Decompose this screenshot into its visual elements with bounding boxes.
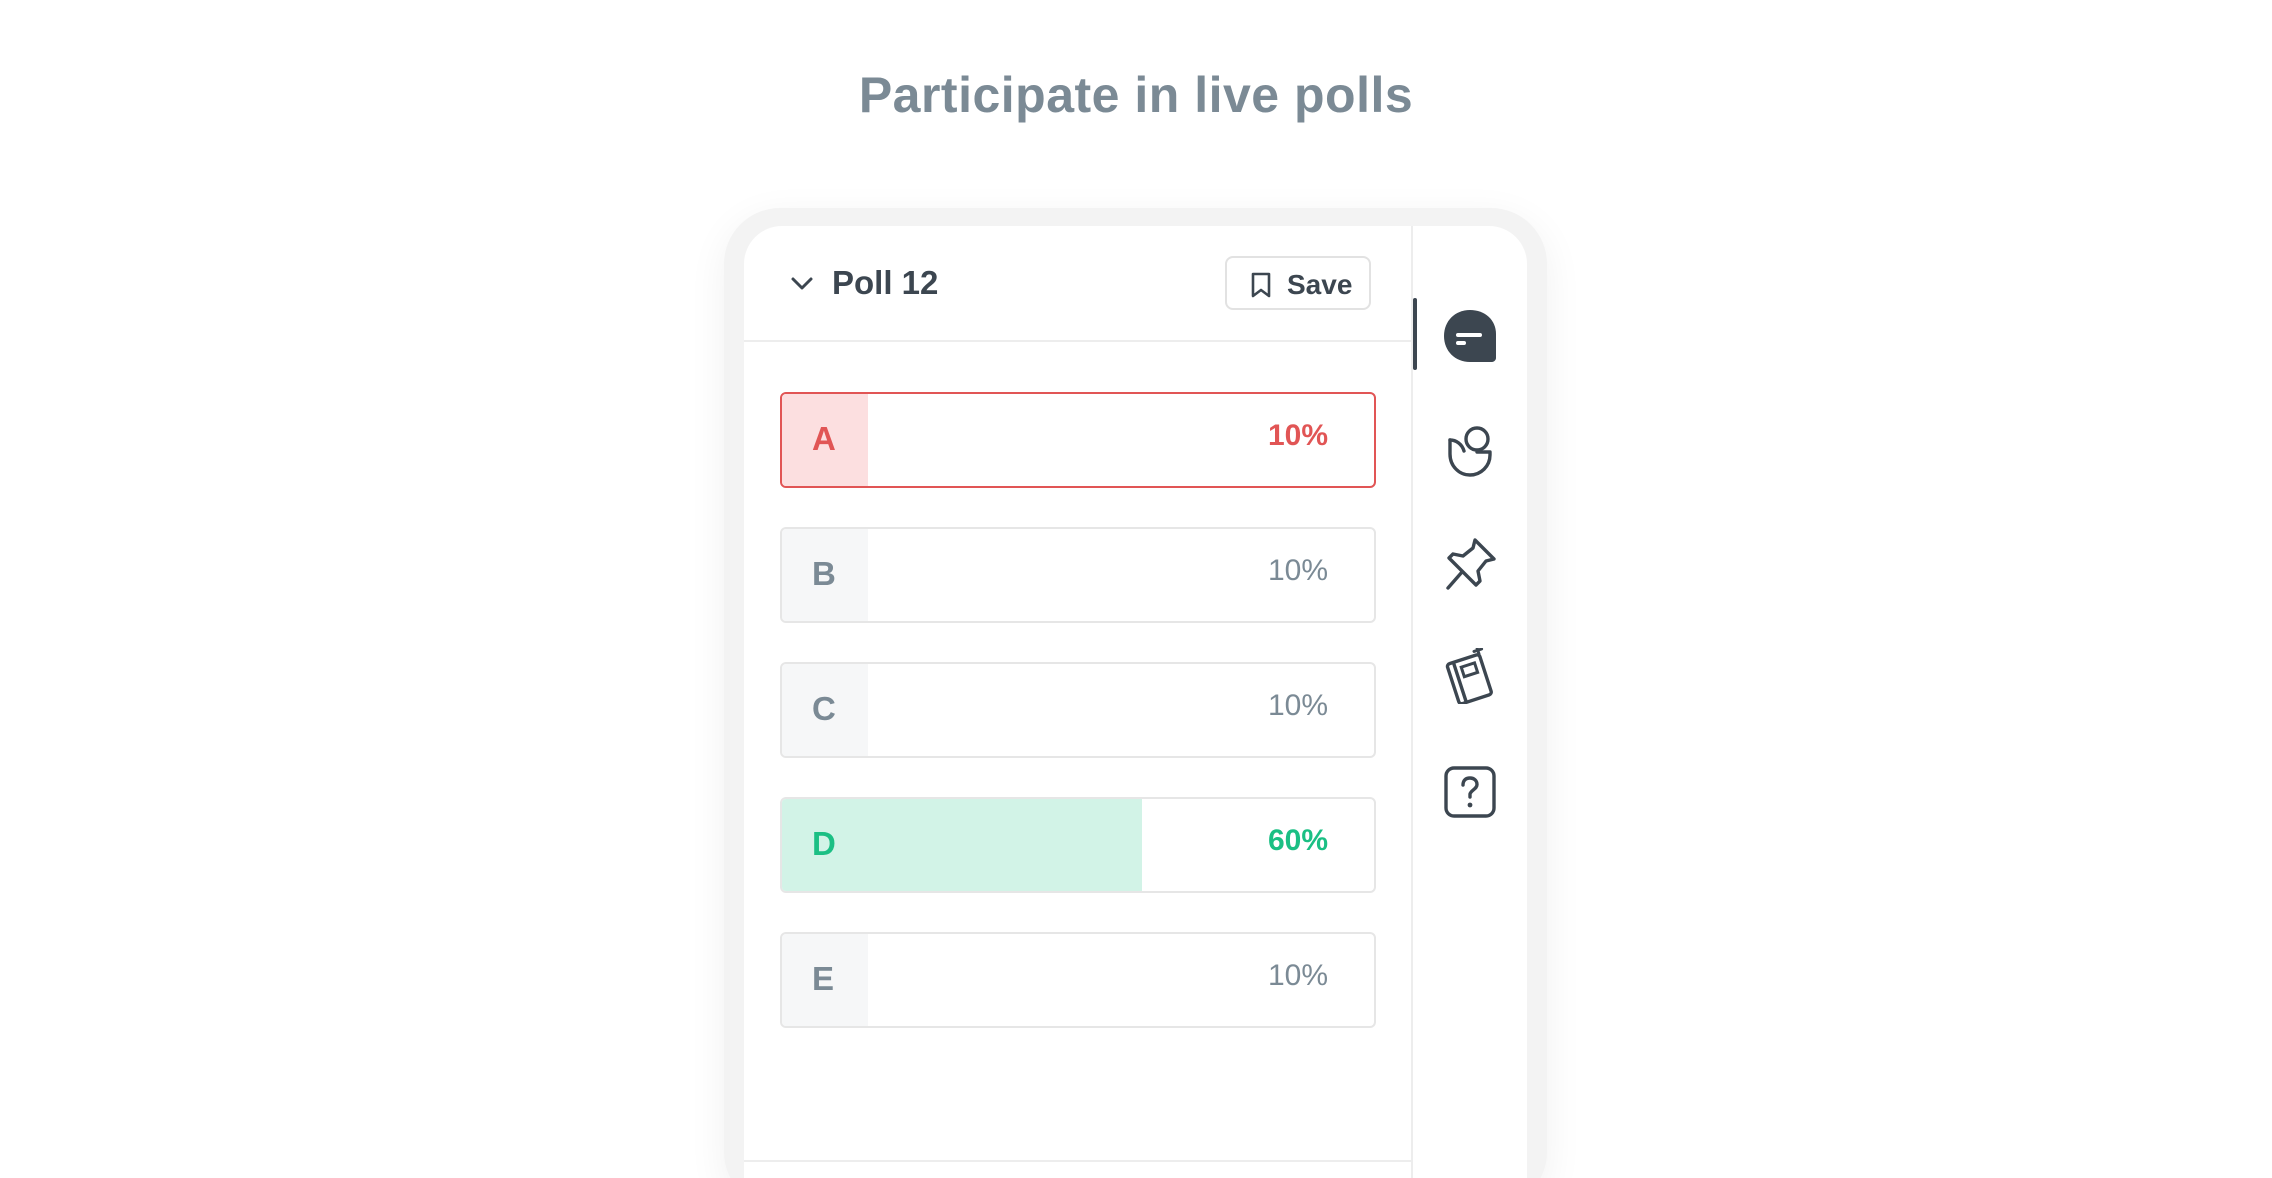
poll-option-bar xyxy=(782,799,1142,891)
poll-option-percent: 10% xyxy=(1267,419,1328,452)
poll-option-percent: 10% xyxy=(1267,554,1328,587)
poll-option-letter: A xyxy=(812,420,836,457)
poll-title: Poll 12 xyxy=(832,264,939,301)
chevron-down-icon[interactable] xyxy=(788,270,816,298)
poll-header: Poll 12 Save xyxy=(744,226,1411,342)
poll-option-d[interactable]: D 60% xyxy=(780,797,1376,893)
device-screen: Poll 12 Save A 10% B 10% C 10% D 60% E 1… xyxy=(744,226,1527,1178)
notebook-icon[interactable] xyxy=(1442,648,1498,704)
poll-option-letter: B xyxy=(812,555,836,592)
poll-option-c[interactable]: C 10% xyxy=(780,662,1376,758)
divider xyxy=(744,1160,1411,1162)
poll-icon[interactable] xyxy=(1442,422,1498,478)
poll-option-letter: D xyxy=(812,825,836,862)
chat-bubble-icon[interactable] xyxy=(1442,308,1498,364)
save-button-label: Save xyxy=(1287,269,1353,300)
poll-option-e[interactable]: E 10% xyxy=(780,932,1376,1028)
pin-icon[interactable] xyxy=(1442,536,1498,592)
page-headline: Participate in live polls xyxy=(858,67,1414,123)
device-frame: Poll 12 Save A 10% B 10% C 10% D 60% E 1… xyxy=(724,208,1547,1178)
save-button[interactable]: Save xyxy=(1225,256,1371,310)
poll-option-b[interactable]: B 10% xyxy=(780,527,1376,623)
poll-panel: Poll 12 Save A 10% B 10% C 10% D 60% E 1… xyxy=(744,226,1413,1178)
side-rail xyxy=(1413,226,1527,1178)
poll-option-percent: 60% xyxy=(1267,824,1328,857)
question-icon[interactable] xyxy=(1442,764,1498,820)
active-tab-indicator xyxy=(1413,298,1417,370)
page: Participate in live polls Poll 12 Save A… xyxy=(0,0,2272,1178)
poll-option-letter: C xyxy=(812,690,836,727)
poll-option-percent: 10% xyxy=(1267,689,1328,722)
poll-option-a[interactable]: A 10% xyxy=(780,392,1376,488)
poll-option-letter: E xyxy=(812,960,835,997)
poll-option-percent: 10% xyxy=(1267,959,1328,992)
bookmark-icon xyxy=(1251,272,1271,298)
